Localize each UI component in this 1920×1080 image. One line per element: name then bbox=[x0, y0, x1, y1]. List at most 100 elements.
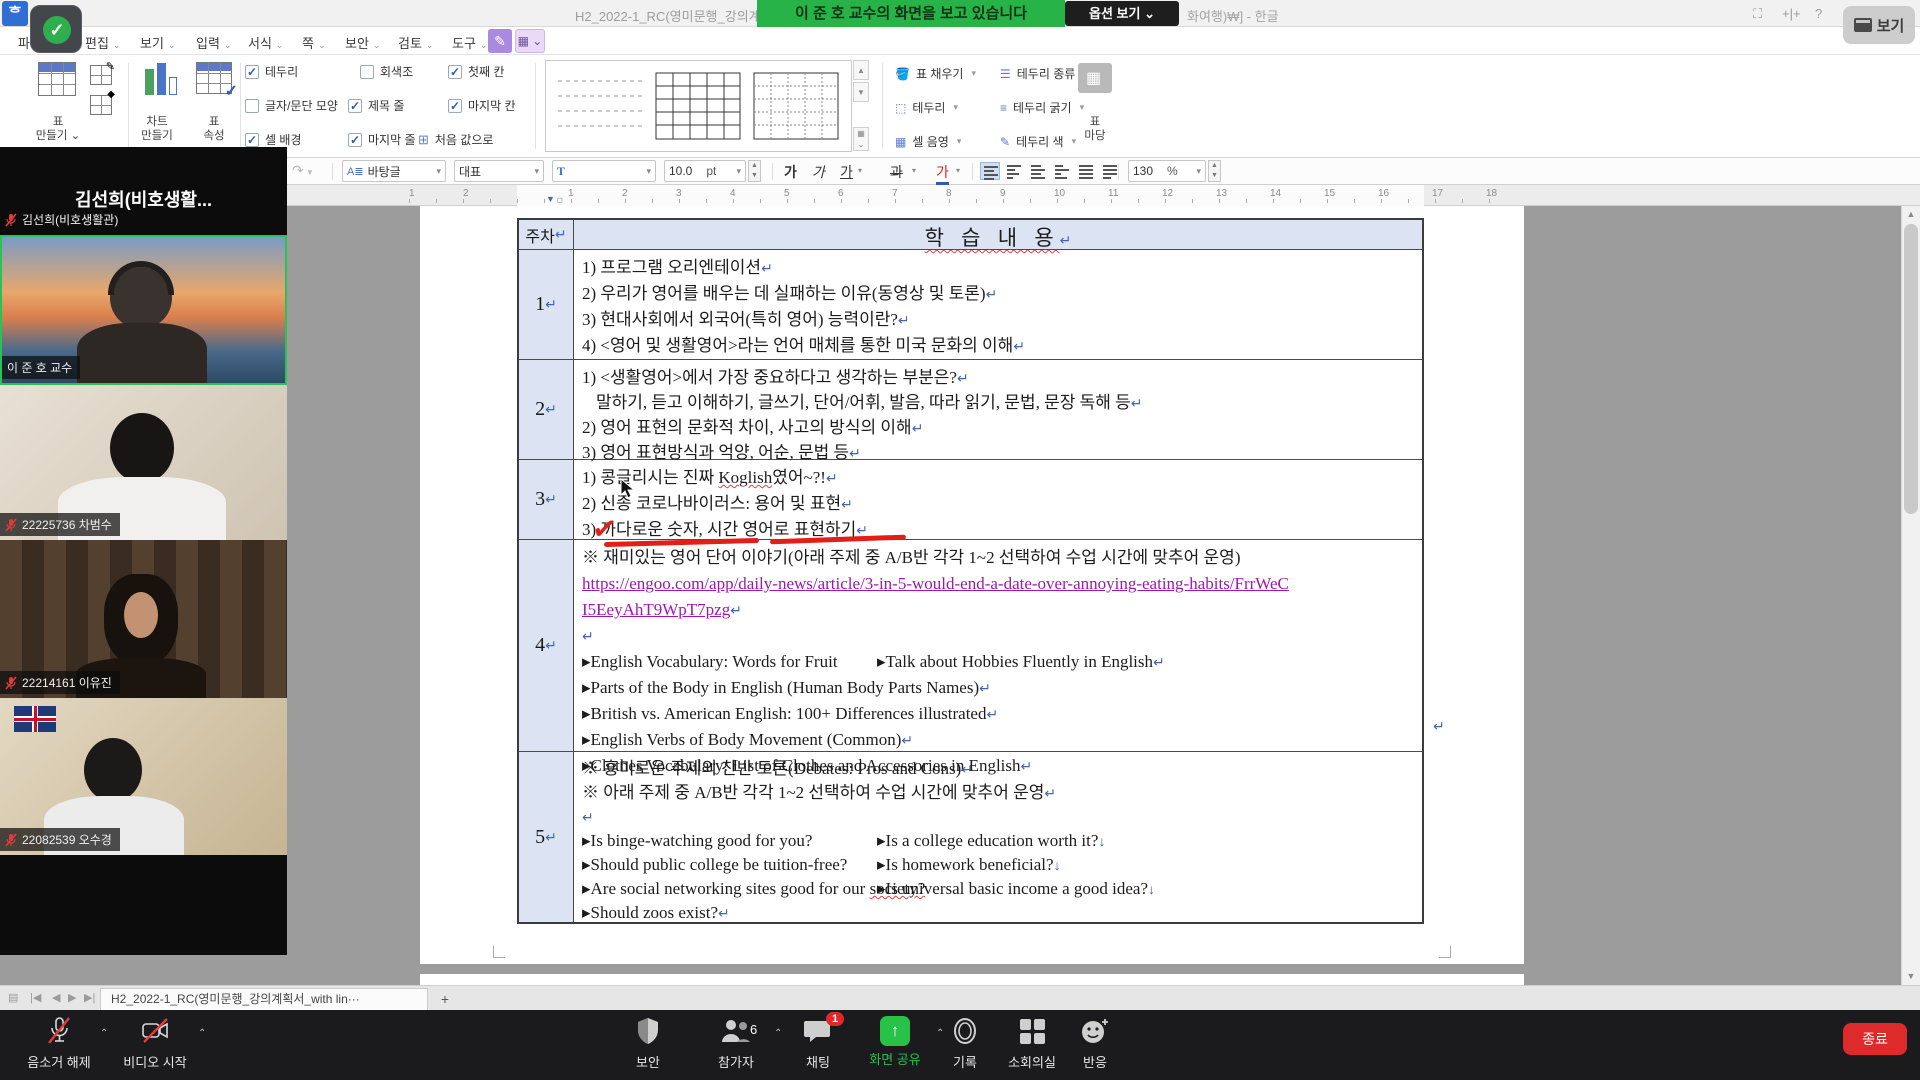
participant-tile[interactable]: 22225736 차범수 bbox=[0, 385, 287, 540]
participant-tile[interactable]: 이 준 호 교수 bbox=[0, 235, 287, 385]
split-view-icon[interactable]: +|+ bbox=[1782, 6, 1801, 21]
gallery-up-icon[interactable]: ▲ bbox=[853, 60, 869, 80]
checkbox-테두리[interactable]: ✓테두리 bbox=[245, 63, 298, 80]
font-color-caret-icon[interactable]: ▾ bbox=[956, 166, 960, 175]
prev-tab-icon[interactable]: ◀ bbox=[52, 991, 60, 1004]
align-icon-4[interactable] bbox=[1076, 162, 1096, 180]
align-icon-5[interactable] bbox=[1100, 162, 1120, 180]
strike-button[interactable]: 과 bbox=[890, 162, 903, 182]
syllabus-table[interactable]: 주차↵학 습 내 용↵1↵1) 프로그램 오리엔테이션↵2) 우리가 영어를 배… bbox=[517, 218, 1424, 924]
zoom-stepper[interactable]: ▲▼ bbox=[1208, 160, 1221, 182]
help-icon[interactable]: ? bbox=[1815, 6, 1822, 21]
align-icon-0[interactable] bbox=[980, 162, 1000, 180]
view-options-button[interactable]: 옵션 보기 ⌄ bbox=[1065, 1, 1179, 26]
font-size-stepper[interactable]: ▲▼ bbox=[748, 160, 761, 182]
end-meeting-button[interactable]: 종료 bbox=[1843, 1023, 1907, 1055]
scroll-down-icon[interactable]: ▼ bbox=[1902, 968, 1920, 985]
toolbar-rooms-button[interactable]: 소회의실 bbox=[1002, 1016, 1062, 1071]
indent-marker[interactable]: ▼ bbox=[546, 194, 555, 204]
document-tab[interactable]: H2_2022-1_RC(영미문행_강의계획서_with lin··· bbox=[100, 988, 428, 1011]
ribbon-테두리[interactable]: ⬚테두리▾ bbox=[895, 99, 958, 116]
horizontal-ruler[interactable]: 21123456789101112131415161718 ▼ ◻ bbox=[0, 185, 1920, 206]
margin-marker[interactable]: ◻ bbox=[557, 196, 563, 204]
participant-tile[interactable]: 김선희(비호생활...김선희(비호생활관) bbox=[0, 147, 287, 235]
gallery-expand-icon[interactable]: ▦⌄ bbox=[853, 127, 869, 151]
ribbon-셀 음영[interactable]: ▦셀 음영▾ bbox=[895, 133, 961, 150]
fullscreen-icon[interactable]: ⛶ bbox=[1753, 6, 1762, 22]
document-page[interactable]: 주차↵학 습 내 용↵1↵1) 프로그램 오리엔테이션↵2) 우리가 영어를 배… bbox=[420, 206, 1524, 985]
checkbox-회색조[interactable]: 회색조 bbox=[360, 63, 413, 80]
menu-보기[interactable]: 보기⌄ bbox=[140, 33, 175, 52]
table-layout-tool-icon[interactable]: ▦ ⌄ bbox=[515, 29, 545, 53]
font-color-button[interactable]: 가 bbox=[936, 162, 949, 185]
table-madang-icon[interactable] bbox=[1078, 63, 1112, 93]
reset-values-button[interactable]: ⊞ 처음 값으로 bbox=[418, 131, 493, 148]
align-icon-1[interactable] bbox=[1004, 162, 1024, 180]
ribbon-테두리 굵기[interactable]: ≡테두리 굵기▾ bbox=[1000, 99, 1084, 116]
align-icon-2[interactable] bbox=[1028, 162, 1048, 180]
zoom-level-input[interactable]: 130%▾ bbox=[1128, 160, 1206, 182]
bold-button[interactable]: 가 bbox=[784, 162, 797, 182]
zoom-view-button[interactable]: 보기 bbox=[1843, 6, 1915, 44]
table-style-thumb[interactable] bbox=[556, 69, 644, 143]
create-table-caption[interactable]: 표만들기 ⌄ bbox=[30, 115, 86, 143]
table-properties-icon[interactable]: ✓ bbox=[196, 62, 232, 94]
italic-button[interactable]: 가 bbox=[812, 162, 825, 182]
font-select[interactable]: T▾ bbox=[552, 160, 656, 182]
tab-list-icon[interactable]: ▤ bbox=[8, 991, 18, 1004]
table-erase-icon[interactable]: ◆ bbox=[90, 95, 112, 115]
checkbox-글자/문단 모양[interactable]: 글자/문단 모양 bbox=[245, 97, 338, 114]
toolbar-record-button[interactable]: 기록 bbox=[940, 1016, 990, 1071]
start-video-button[interactable]: 비디오 시작 bbox=[112, 1016, 198, 1071]
menu-서식[interactable]: 서식⌄ bbox=[248, 33, 283, 52]
next-tab-icon[interactable]: ▶ bbox=[68, 991, 76, 1004]
unmute-button[interactable]: 음소거 해제 bbox=[16, 1016, 102, 1071]
underline-button[interactable]: 가 bbox=[840, 162, 853, 182]
font-size-input[interactable]: 10.0pt▾ bbox=[664, 160, 746, 182]
participant-tile[interactable]: 22082539 오수경 bbox=[0, 698, 287, 855]
ribbon-테두리 종류[interactable]: ☰테두리 종류▾ bbox=[1000, 65, 1088, 82]
checkbox-셀 배경[interactable]: ✓셀 배경 bbox=[245, 131, 301, 148]
checkbox-첫째 칸[interactable]: ✓첫째 칸 bbox=[448, 63, 504, 80]
checkbox-마지막 줄[interactable]: ✓마지막 줄 bbox=[348, 131, 416, 148]
mute-caret-icon[interactable]: ⌃ bbox=[100, 1028, 108, 1039]
ribbon-테두리 색[interactable]: ✎테두리 색▾ bbox=[1000, 133, 1076, 150]
menu-편집[interactable]: 편집⌄ bbox=[85, 33, 120, 52]
participant-tile[interactable]: 22214161 이유진 bbox=[0, 540, 287, 698]
table-properties-caption[interactable]: 표속성 bbox=[190, 115, 238, 143]
ribbon-표 채우기[interactable]: 🪣표 채우기▾ bbox=[895, 65, 976, 82]
menu-보안[interactable]: 보안⌄ bbox=[345, 33, 380, 52]
table-style-gallery[interactable] bbox=[545, 60, 852, 152]
toolbar-security-button[interactable]: 보안 bbox=[618, 1016, 678, 1071]
table-style-thumb[interactable] bbox=[654, 69, 742, 143]
gallery-down-icon[interactable]: ▼ bbox=[853, 82, 869, 102]
participants-caret-icon[interactable]: ⌃ bbox=[774, 1028, 782, 1039]
toolbar-share-button[interactable]: ↑화면 공유 bbox=[862, 1016, 928, 1068]
table-madang-caption[interactable]: 표마당 bbox=[1072, 115, 1118, 143]
redo-icon[interactable]: ↷ ▾ bbox=[292, 162, 312, 179]
vertical-scrollbar[interactable]: ▲ ▼ bbox=[1901, 206, 1920, 985]
create-table-icon[interactable] bbox=[38, 62, 76, 96]
table-draw-icon[interactable]: ✎ bbox=[90, 65, 112, 85]
last-tab-icon[interactable]: ▶| bbox=[84, 991, 95, 1004]
menu-검토[interactable]: 검토⌄ bbox=[398, 33, 433, 52]
rep-select[interactable]: 대표▾ bbox=[454, 160, 544, 182]
scroll-up-icon[interactable]: ▲ bbox=[1902, 206, 1920, 223]
table-design-tool-icon[interactable]: ✎ bbox=[488, 29, 512, 53]
first-tab-icon[interactable]: |◀ bbox=[30, 991, 41, 1004]
menu-도구[interactable]: 도구⌄ bbox=[452, 33, 487, 52]
table-style-thumb[interactable] bbox=[752, 69, 840, 143]
underline-caret-icon[interactable]: ▾ bbox=[858, 166, 862, 175]
style-select[interactable]: A≣바탕글▾ bbox=[342, 160, 446, 182]
create-chart-caption[interactable]: 차트만들기 bbox=[132, 115, 182, 143]
checkbox-제목 줄[interactable]: ✓제목 줄 bbox=[348, 97, 404, 114]
menu-쪽[interactable]: 쪽⌄ bbox=[302, 33, 326, 52]
menu-입력[interactable]: 입력⌄ bbox=[196, 33, 231, 52]
scroll-thumb[interactable] bbox=[1904, 224, 1918, 514]
align-icon-3[interactable] bbox=[1052, 162, 1072, 180]
strike-caret-icon[interactable]: ▾ bbox=[912, 166, 916, 175]
checkbox-마지막 칸[interactable]: ✓마지막 칸 bbox=[448, 97, 516, 114]
toolbar-react-button[interactable]: 반응 bbox=[1070, 1016, 1120, 1071]
video-caret-icon[interactable]: ⌃ bbox=[198, 1028, 206, 1039]
add-tab-button[interactable]: + bbox=[436, 990, 454, 1008]
